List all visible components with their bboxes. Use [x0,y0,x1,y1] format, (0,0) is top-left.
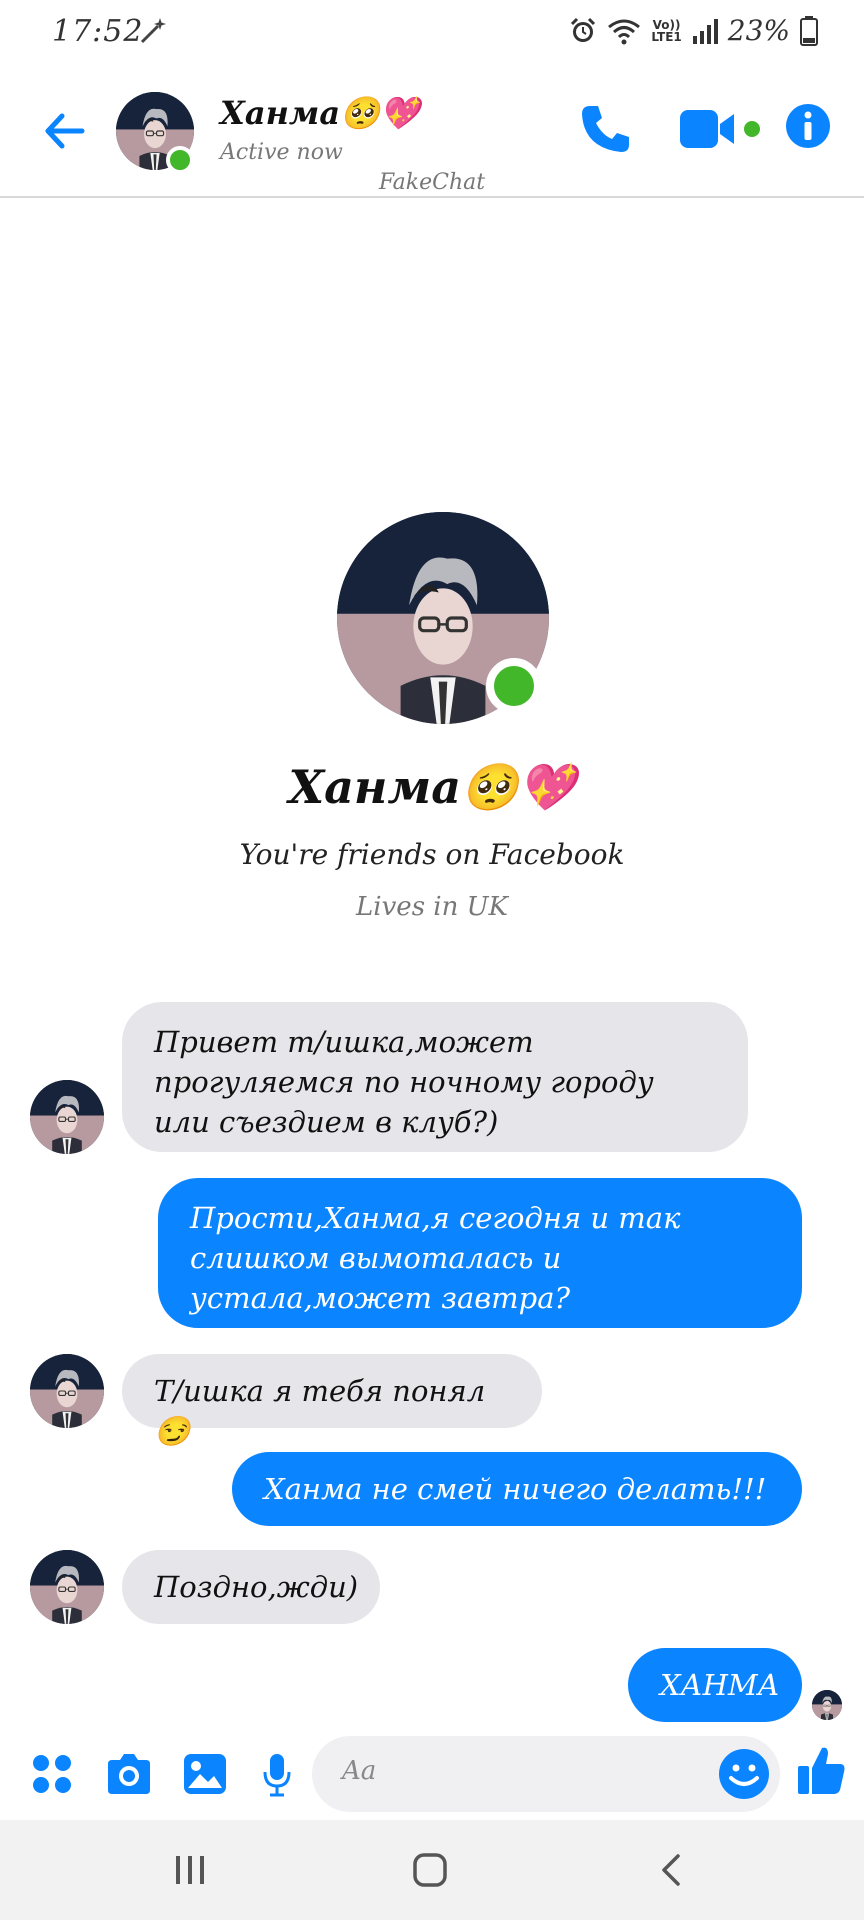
profile-name: Ханма🥺💖 [288,760,576,814]
back-arrow-icon[interactable] [40,106,90,156]
emoji-icon[interactable] [716,1746,772,1802]
apps-grid-icon[interactable] [30,1752,74,1796]
contact-name[interactable]: Ханма🥺💖 [220,94,420,132]
home-icon[interactable] [410,1850,450,1890]
message-composer: Aa [0,1730,864,1820]
active-status: Active now [220,140,343,165]
sender-avatar[interactable] [30,1550,104,1624]
recent-apps-icon[interactable] [170,1850,210,1890]
thumbs-up-icon[interactable] [796,1744,846,1796]
wifi-icon [608,19,641,44]
message-outgoing[interactable]: ХАНМА [628,1648,802,1722]
message-outgoing[interactable]: Ханма не смей ничего делать!!! [232,1452,802,1526]
sender-avatar[interactable] [30,1080,104,1154]
microphone-icon[interactable] [262,1752,292,1798]
input-placeholder: Aa [342,1756,377,1786]
network-type: Vo)) LTE1 [651,17,682,44]
message-incoming[interactable]: Т/ишка я тебя понял😏 [122,1354,542,1448]
status-icons: Vo)) LTE1 23% [569,14,818,47]
system-nav-bar [0,1820,864,1920]
location-info: Lives in UK [356,892,508,922]
signal-icon [692,18,718,44]
status-bar: 17:52 Vo)) LTE1 23% [0,0,864,66]
battery-percent: 23% [727,14,790,47]
sender-avatar[interactable] [30,1354,104,1428]
message-incoming[interactable]: Привет т/ишка,может прогуляемся по ночно… [122,1002,748,1152]
friends-status: You're friends on Facebook [239,838,625,871]
magic-wand-icon [140,18,166,44]
gallery-icon[interactable] [182,1752,228,1796]
chat-header: Ханма🥺💖 Active now FakeChat [0,66,864,198]
video-camera-icon[interactable] [678,102,764,156]
message-input[interactable]: Aa [312,1736,780,1812]
message-incoming[interactable]: Поздно,жди) [122,1550,380,1624]
battery-icon [800,15,818,46]
seen-receipt-avatar [812,1690,842,1720]
alarm-icon [571,17,596,42]
watermark: FakeChat [378,170,486,195]
back-nav-icon[interactable] [652,1850,692,1890]
info-icon[interactable] [784,102,832,150]
status-time: 17:52 [52,14,144,49]
phone-icon[interactable] [578,102,632,156]
message-outgoing[interactable]: Прости,Ханма,я сегодня и так слишком вым… [158,1178,802,1328]
profile-online-indicator [486,658,542,714]
camera-icon[interactable] [104,1752,154,1796]
